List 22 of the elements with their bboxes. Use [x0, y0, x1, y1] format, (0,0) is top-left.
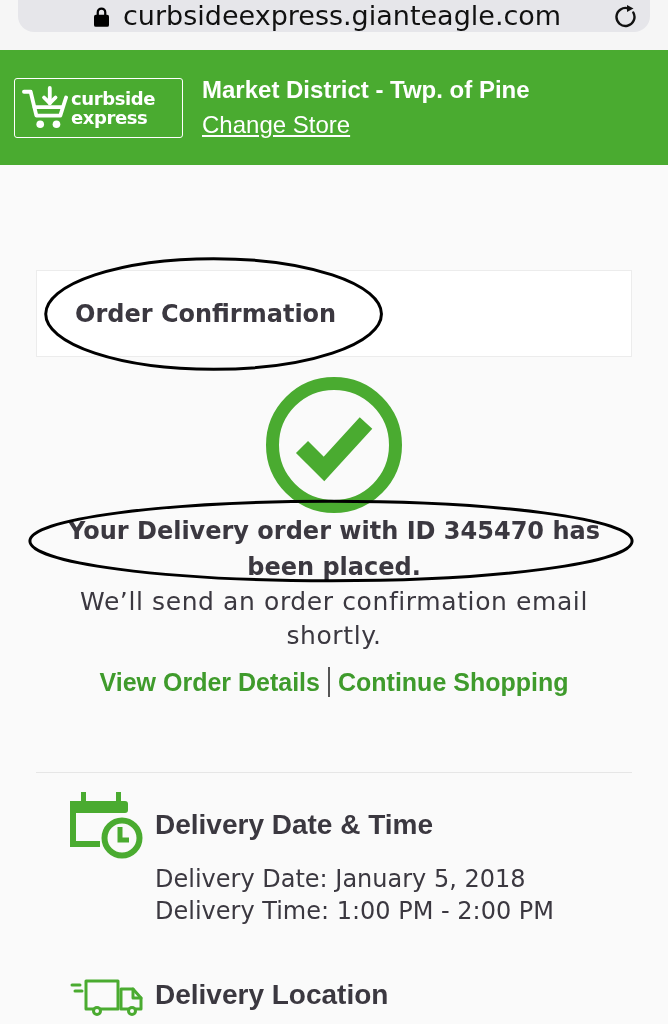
- lock-icon: [94, 5, 109, 27]
- detail-text: Delivery Time: 1:00 PM - 2:00 PM: [155, 896, 555, 927]
- change-store-link[interactable]: Change Store: [202, 111, 351, 139]
- logo-frame[interactable]: curbside express: [14, 77, 183, 138]
- view-order-details-link[interactable]: View Order Details: [91, 667, 328, 697]
- truck-icon: [70, 979, 143, 1016]
- url-text: curbsideexpress.gianteagle.com: [123, 1, 562, 31]
- store-name: Market District - Twp. of Pine: [202, 76, 530, 104]
- calendar-clock-icon: [70, 792, 143, 859]
- reload-icon: [615, 4, 636, 28]
- success-check-icon: [266, 377, 402, 513]
- cart-icon: [22, 85, 68, 130]
- section-title: Delivery Date & Time: [155, 810, 435, 840]
- address-bar[interactable]: curbsideexpress.gianteagle.com: [18, 0, 650, 32]
- section-title: Delivery Location: [155, 980, 389, 1010]
- detail-text: Delivery Date: January 5, 2018: [155, 864, 527, 895]
- email-note: We’ll send an order confirmation email shortly.: [79, 586, 589, 652]
- page-title: Order Confirmation: [75, 298, 337, 329]
- logo-text: curbside: [71, 88, 156, 108]
- logo-text: express: [71, 107, 148, 127]
- confirmation-message: Your Delivery order with ID 345470 has been placed.: [36, 513, 632, 585]
- continue-shopping-link[interactable]: Continue Shopping: [330, 667, 577, 697]
